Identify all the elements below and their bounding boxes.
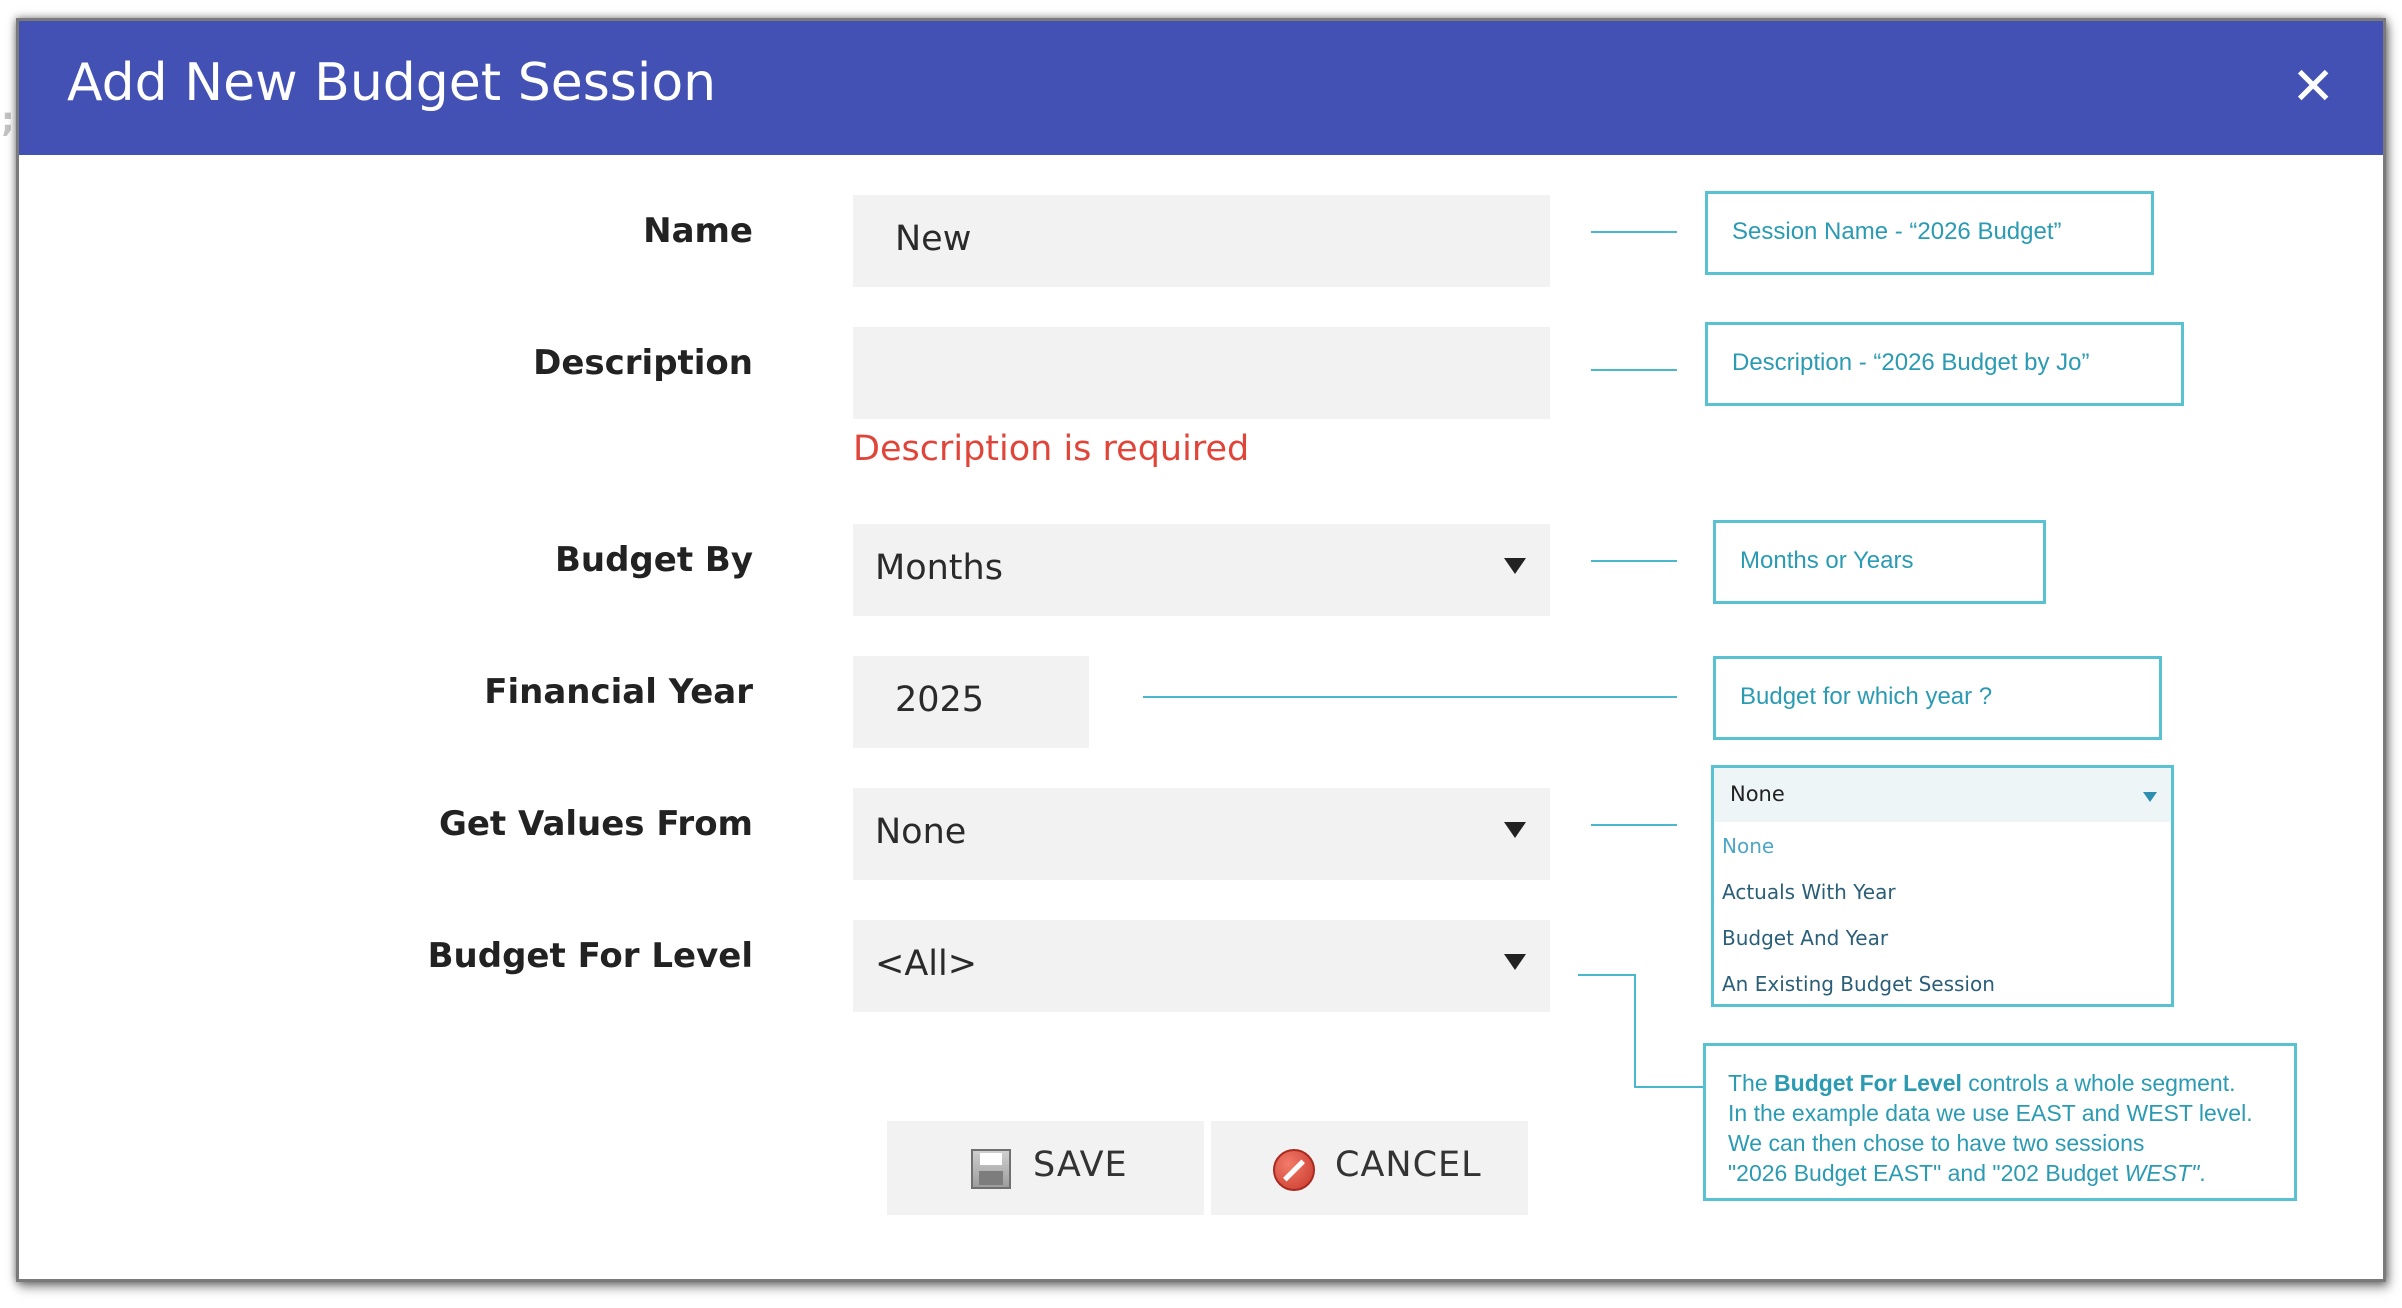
annotation-name: Session Name - “2026 Budget” [1705,191,2154,275]
cancel-circle-icon [1273,1149,1315,1191]
annotation-financial-year-text: Budget for which year ? [1740,683,1993,710]
budget-by-select[interactable]: Months [853,524,1550,616]
annotation-financial-year: Budget for which year ? [1713,656,2162,740]
cancel-button[interactable]: CANCEL [1211,1121,1528,1215]
dropdown-option[interactable]: None [1722,834,1774,858]
connector-line [1578,974,1636,976]
get-values-from-label: Get Values From [438,804,753,844]
dropdown-option[interactable]: Actuals With Year [1722,880,1896,904]
chevron-down-icon [1504,954,1526,970]
cancel-button-label: CANCEL [1335,1145,1482,1185]
annotation-budget-by-text: Months or Years [1740,547,1914,574]
dropdown-option[interactable]: Budget And Year [1722,926,1888,950]
background-fragment: ; [1,100,15,140]
dialog-title: Add New Budget Session [67,53,717,113]
budget-for-level-select[interactable]: <All> [853,920,1550,1012]
annotation-emphasis: Budget For Level [1774,1070,1962,1096]
chevron-down-icon [2143,792,2157,802]
annotation-level-line-1: The Budget For Level controls a whole se… [1728,1068,2294,1098]
annotation-description-text: Description - “2026 Budget by Jo” [1732,349,2090,376]
chevron-down-icon [1504,558,1526,574]
dropdown-option[interactable]: An Existing Budget Session [1722,972,1995,996]
chevron-down-icon [1504,822,1526,838]
connector-line [1634,1086,1703,1088]
annotation-level-line-3: We can then chose to have two sessions [1728,1130,2145,1156]
floppy-disk-icon [971,1149,1011,1189]
budget-for-level-value: <All> [875,944,978,984]
save-button[interactable]: SAVE [887,1121,1204,1215]
budget-for-level-label: Budget For Level [427,936,753,976]
annotation-text: . [2199,1160,2206,1186]
values-dropdown-selected: None [1730,782,1785,806]
connector-line [1591,369,1677,371]
annotation-name-text: Session Name - “2026 Budget” [1732,218,2062,245]
description-input[interactable] [853,327,1550,419]
annotation-level-line-2: In the example data we use EAST and WEST… [1728,1100,2253,1126]
annotation-description: Description - “2026 Budget by Jo” [1705,322,2184,406]
dialog-header: Add New Budget Session ✕ [19,21,2383,155]
annotation-level-line-4: "2026 Budget EAST" and "202 Budget WEST"… [1728,1158,2294,1188]
financial-year-value: 2025 [895,680,985,720]
name-input-value: New [895,219,972,259]
annotation-emphasis: WEST" [2124,1160,2200,1186]
name-label: Name [643,211,753,251]
annotation-text: controls a whole segment. [1961,1070,2236,1096]
connector-line [1591,560,1677,562]
budget-by-value: Months [875,548,1003,588]
annotation-text: The [1728,1070,1775,1096]
connector-line [1143,696,1677,698]
financial-year-input[interactable]: 2025 [853,656,1089,748]
save-button-label: SAVE [1033,1145,1128,1185]
annotation-budget-by: Months or Years [1713,520,2046,604]
name-input[interactable]: New [853,195,1550,287]
budget-by-label: Budget By [554,540,753,580]
connector-line [1634,974,1636,1088]
values-dropdown-open[interactable]: None None Actuals With Year Budget And Y… [1711,765,2174,1007]
get-values-from-select[interactable]: None [853,788,1550,880]
close-icon[interactable]: ✕ [2291,57,2335,117]
values-dropdown-header[interactable]: None [1714,768,2171,822]
annotation-budget-for-level: The Budget For Level controls a whole se… [1703,1043,2297,1201]
description-label: Description [533,343,753,383]
annotation-text: "2026 Budget EAST" and "202 Budget [1728,1160,2125,1186]
get-values-from-value: None [875,812,967,852]
connector-line [1591,824,1677,826]
financial-year-label: Financial Year [484,672,753,712]
connector-line [1591,231,1677,233]
description-error: Description is required [853,429,1250,469]
